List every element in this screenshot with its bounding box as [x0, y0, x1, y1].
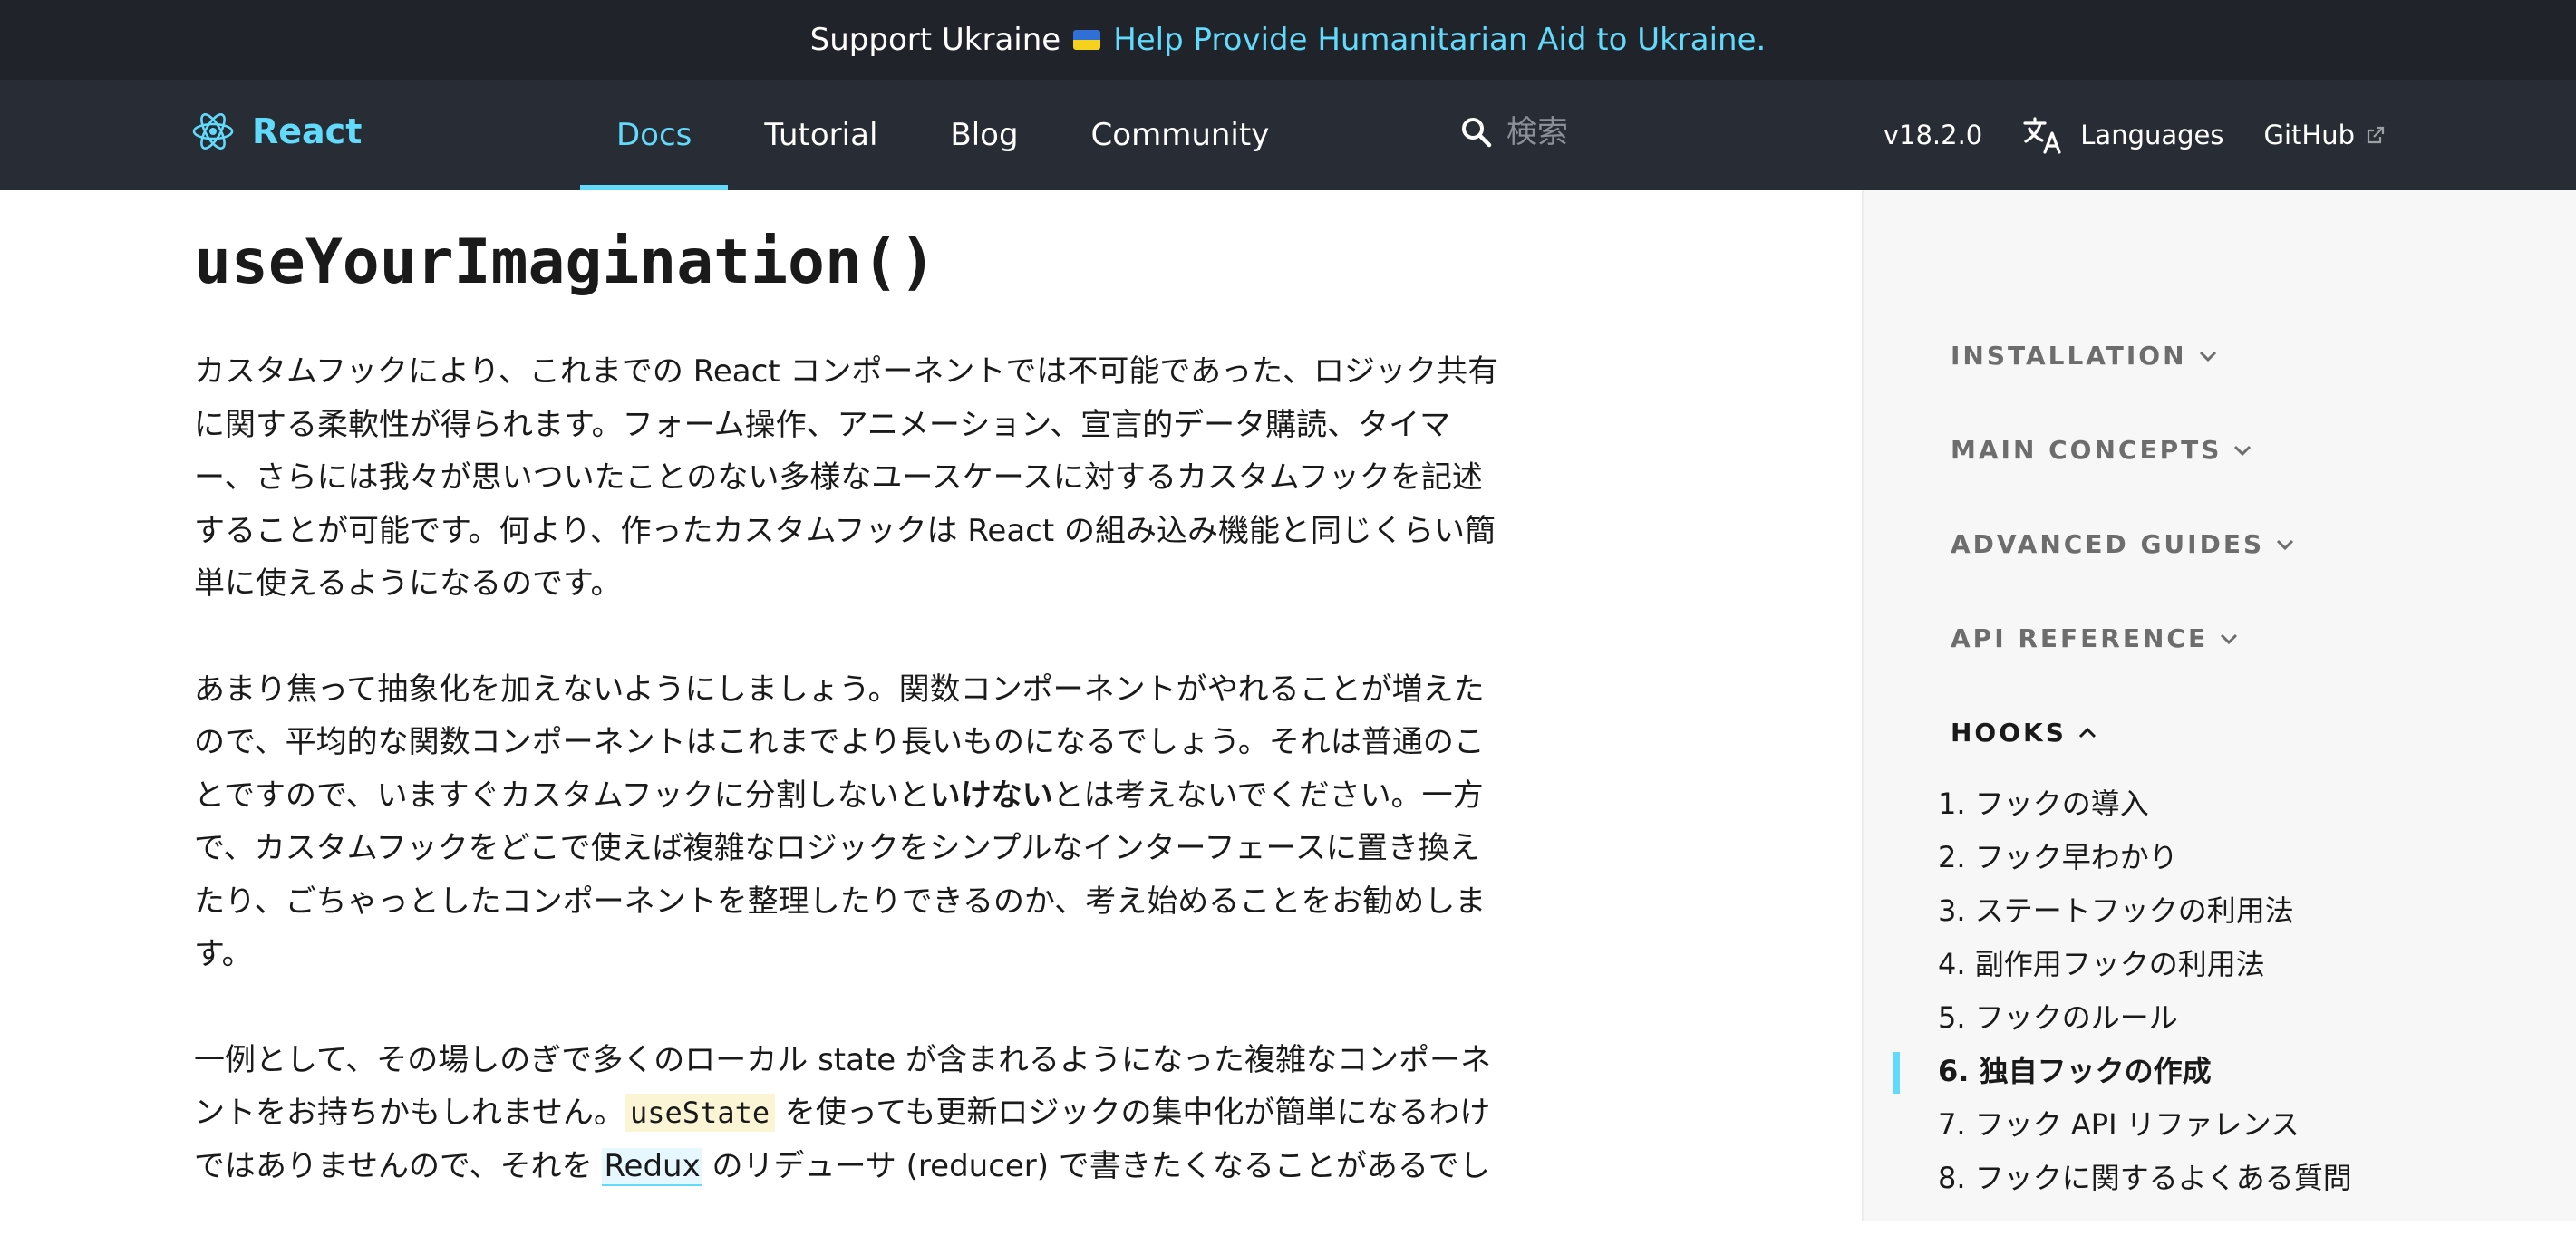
- languages-link[interactable]: Languages: [2022, 116, 2224, 154]
- languages-label: Languages: [2080, 120, 2224, 150]
- hooks-nav-list: 1. フックの導入 2. フック早わかり 3. ステートフックの利用法 4. 副…: [1893, 777, 2352, 1205]
- ukraine-flag-icon: [1073, 30, 1101, 50]
- sidebar-item-hooks-rules[interactable]: 5. フックのルール: [1938, 991, 2352, 1045]
- chevron-down-icon: [2277, 539, 2294, 550]
- nav-blog[interactable]: Blog: [914, 80, 1054, 190]
- chevron-down-icon: [2199, 351, 2216, 362]
- sidebar-item-hooks-intro[interactable]: 1. フックの導入: [1938, 777, 2352, 831]
- chevron-up-icon: [2078, 727, 2096, 738]
- support-banner: Support Ukraine Help Provide Humanitaria…: [0, 0, 2576, 80]
- paragraph-1: カスタムフックにより、これまでの React コンポーネントでは不可能であった、…: [194, 353, 1499, 602]
- top-nav: React Docs Tutorial Blog Community v18.2…: [0, 80, 2576, 190]
- sidebar-item-hooks-reference[interactable]: 7. フック API リファレンス: [1938, 1098, 2352, 1152]
- paragraph-3-text-c: のリデューサ (reducer) で書きたくなることがあるでし: [702, 1147, 1490, 1184]
- section-label: API REFERENCE: [1951, 623, 2209, 653]
- section-label: HOOKS: [1951, 718, 2067, 748]
- search-box: [1459, 114, 1778, 150]
- nav-right: v18.2.0 Languages GitHub: [1884, 80, 2386, 190]
- nav-community[interactable]: Community: [1055, 80, 1306, 190]
- nav-docs[interactable]: Docs: [580, 80, 729, 190]
- sidebar-section-api-reference[interactable]: API REFERENCE: [1951, 623, 2239, 653]
- search-input[interactable]: [1506, 114, 1778, 150]
- inline-code-usestate: useState: [624, 1094, 776, 1132]
- sidebar-item-hooks-faq[interactable]: 8. フックに関するよくある質問: [1938, 1152, 2352, 1205]
- main-nav: Docs Tutorial Blog Community: [580, 80, 1305, 190]
- search-icon: [1462, 118, 1492, 148]
- translate-icon: [2023, 117, 2061, 154]
- logo-text: React: [252, 111, 363, 151]
- article-content: useYourImagination() カスタムフックにより、これまでの Re…: [194, 227, 1499, 1245]
- sidebar-section-installation[interactable]: INSTALLATION: [1951, 341, 2218, 371]
- sidebar-section-advanced-guides[interactable]: ADVANCED GUIDES: [1951, 529, 2295, 559]
- sidebar-item-hooks-effect[interactable]: 4. 副作用フックの利用法: [1938, 938, 2352, 991]
- banner-link[interactable]: Help Provide Humanitarian Aid to Ukraine…: [1113, 22, 1766, 58]
- sidebar-item-hooks-state[interactable]: 3. ステートフックの利用法: [1938, 884, 2352, 938]
- sidebar-item-hooks-overview[interactable]: 2. フック早わかり: [1938, 831, 2352, 884]
- sidebar-item-label: 6. 独自フックの作成: [1938, 1054, 2212, 1088]
- section-title: useYourImagination(): [194, 227, 936, 298]
- external-link-icon: [2367, 126, 2385, 144]
- sidebar-item-hooks-custom[interactable]: 6. 独自フックの作成: [1893, 1045, 2352, 1098]
- sidebar-section-hooks[interactable]: HOOKS: [1951, 718, 2097, 748]
- github-link[interactable]: GitHub: [2264, 120, 2387, 150]
- react-logo-icon: [192, 113, 234, 150]
- github-label: GitHub: [2263, 120, 2356, 150]
- home-logo-link[interactable]: React: [190, 109, 362, 154]
- version-link[interactable]: v18.2.0: [1884, 120, 1982, 150]
- section-label: ADVANCED GUIDES: [1951, 529, 2265, 559]
- redux-link[interactable]: Redux: [602, 1147, 702, 1186]
- chevron-down-icon: [2234, 445, 2252, 456]
- section-label: INSTALLATION: [1951, 341, 2187, 371]
- nav-tutorial[interactable]: Tutorial: [728, 80, 914, 190]
- section-label: MAIN CONCEPTS: [1951, 435, 2223, 465]
- emphasis-text: いけない: [929, 777, 1053, 814]
- active-indicator: [1893, 1052, 1900, 1094]
- paragraph-3: 一例として、その場しのぎで多くのローカル state が含まれるようになった複雑…: [194, 1034, 1499, 1193]
- docs-sidebar: INSTALLATION MAIN CONCEPTS ADVANCED GUID…: [1862, 190, 2576, 1221]
- sidebar-section-main-concepts[interactable]: MAIN CONCEPTS: [1951, 435, 2252, 465]
- banner-text: Support Ukraine: [809, 22, 1061, 58]
- paragraph-2: あまり焦って抽象化を加えないようにしましょう。関数コンポーネントがやれることが増…: [194, 663, 1499, 981]
- chevron-down-icon: [2221, 633, 2238, 644]
